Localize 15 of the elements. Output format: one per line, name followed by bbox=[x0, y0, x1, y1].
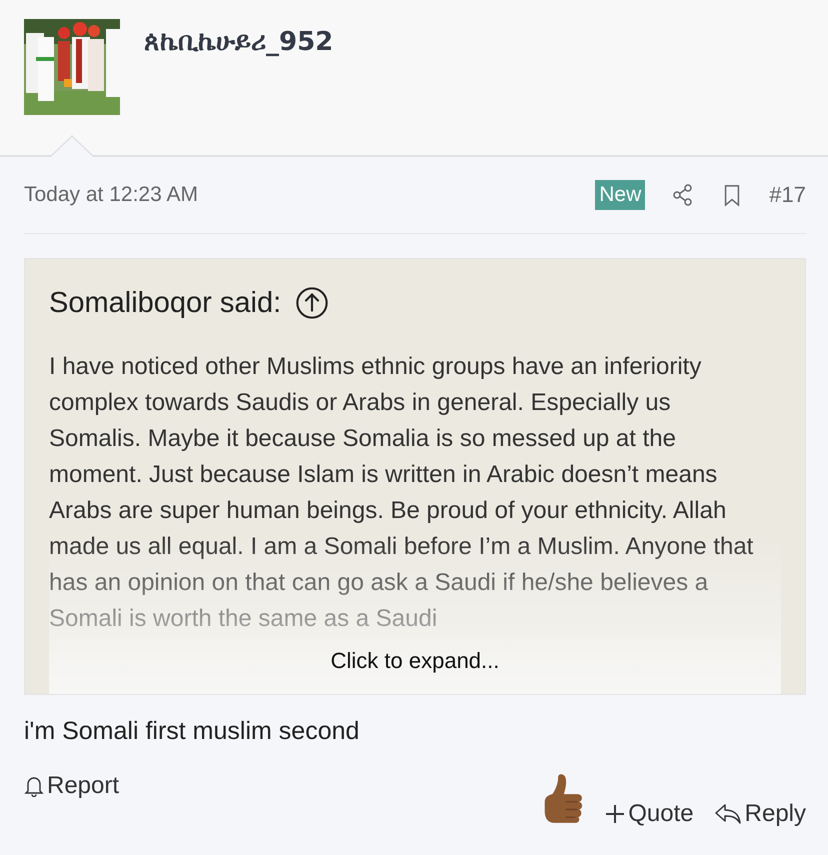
quote-button[interactable]: Quote bbox=[605, 800, 694, 828]
report-button[interactable]: Report bbox=[24, 772, 120, 800]
new-label: New bbox=[595, 180, 646, 210]
reply-icon bbox=[714, 802, 742, 826]
post-number[interactable]: #17 bbox=[769, 182, 806, 208]
plus-icon bbox=[605, 804, 626, 824]
expand-link[interactable]: Click to expand... bbox=[330, 648, 500, 674]
quote-author[interactable]: Somaliboqor said: bbox=[49, 286, 282, 320]
message-text: i'm Somali first muslim second bbox=[24, 717, 360, 746]
post-time[interactable]: Today at 12:23 AM bbox=[24, 183, 198, 207]
reply-button[interactable]: Reply bbox=[714, 800, 806, 828]
bell-icon bbox=[24, 775, 44, 797]
username[interactable]: ጰኬቢኬሁይሪ_952 bbox=[144, 27, 334, 57]
arrow-up-icon[interactable] bbox=[295, 286, 330, 320]
quote-text: I have noticed other Muslims ethnic groups have an inferiority complex towards Saudis or Arabs in general. Especially us Somalis. Maybe it because Somalia is so messed up at the moment. Just because Islam is written in Arabic doesn’t means Arabs are super human beings. Be proud of your ethnicity. Allah made us all equal. I am a Somali before I’m a Muslim. Anyone that has an opinion on that can go ask a Saudi if he/she believes a Somali is worth the same as a Saudi bbox=[49, 352, 754, 634]
